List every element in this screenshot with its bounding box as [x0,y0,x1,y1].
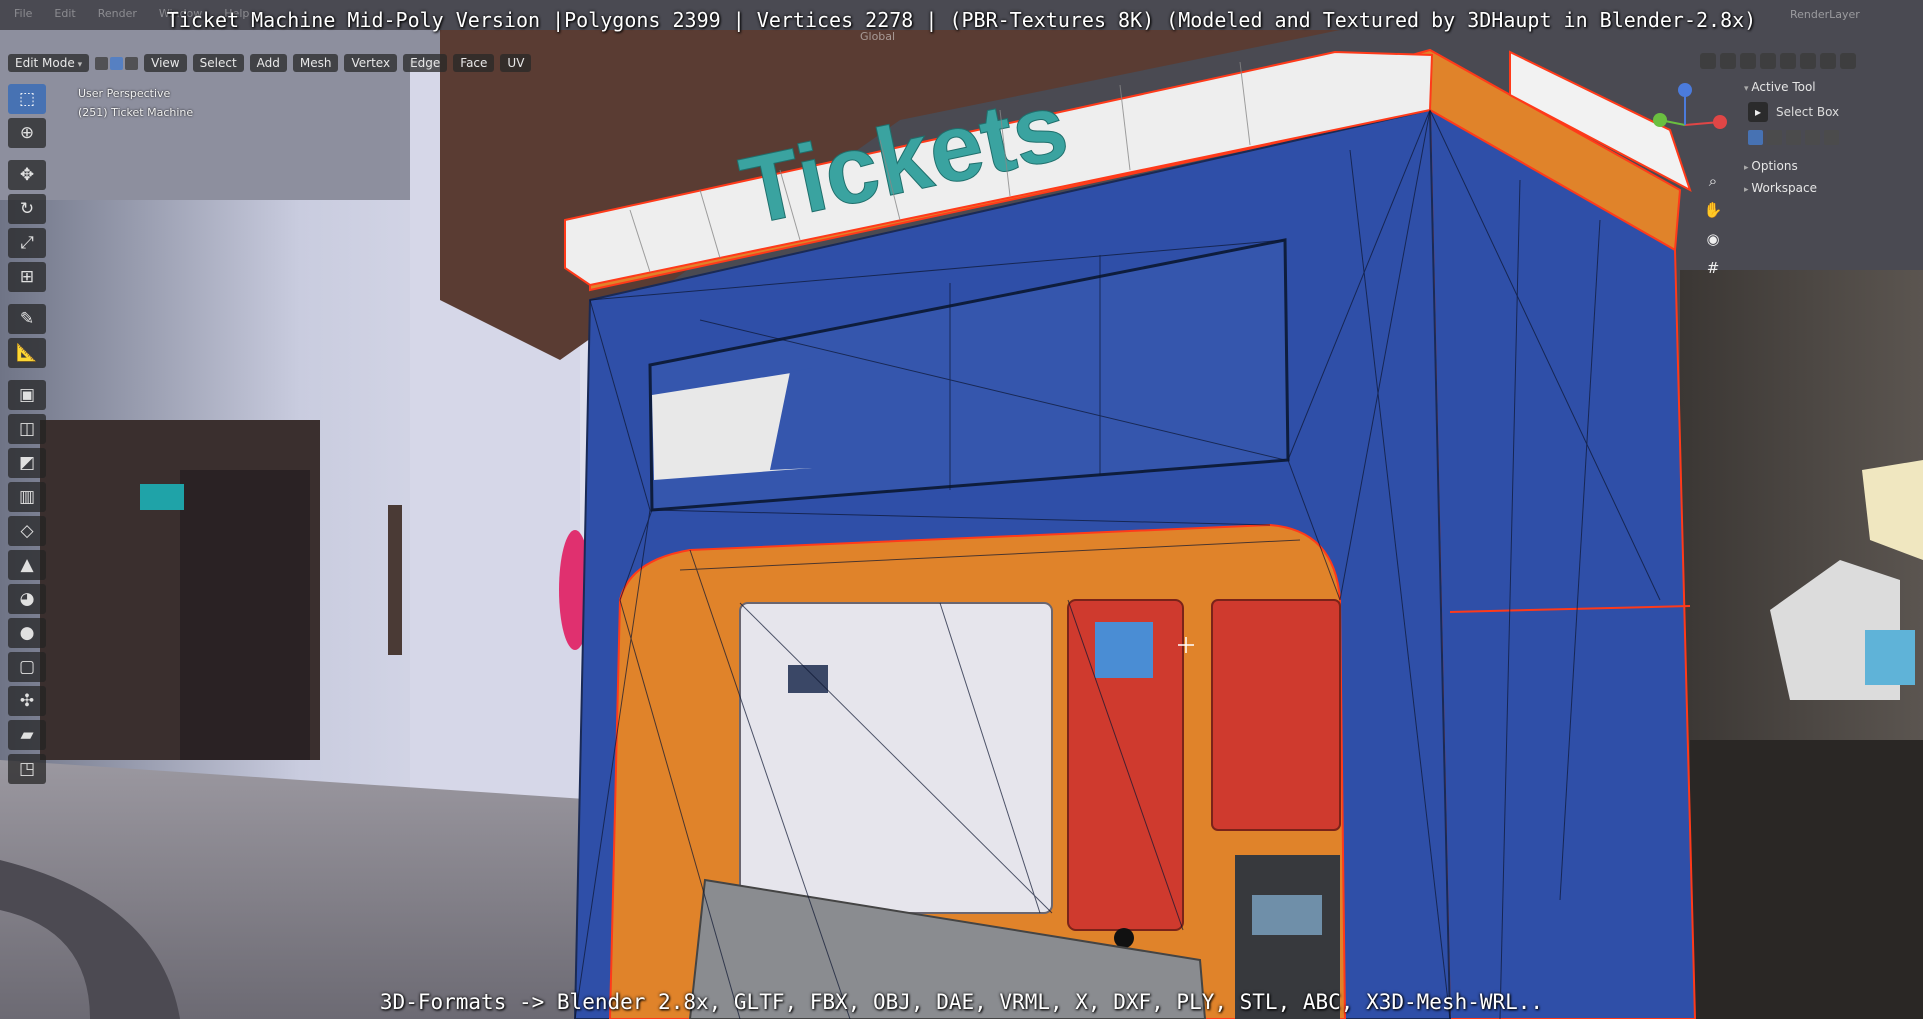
right-kiosk-screen [1865,630,1915,685]
edge-select-icon[interactable] [110,56,124,70]
menu-view[interactable]: View [144,54,187,72]
spin-icon[interactable]: ◕ [8,584,46,614]
edge-slide-icon[interactable]: ▢ [8,652,46,682]
wireframe-shading-icon[interactable] [1780,53,1796,69]
scale-icon[interactable]: ⤢ [8,228,46,258]
bevel-icon[interactable]: ◩ [8,448,46,478]
machine-info-panel-header [788,665,828,693]
menu-mesh[interactable]: Mesh [292,54,339,72]
select-box-row[interactable]: ▸ Select Box [1738,98,1923,126]
shear-icon[interactable]: ▰ [8,720,46,750]
viewport-header: Edit Mode View Select Add Mesh Vertex Ed… [0,52,532,74]
viewport-overlay-text: User Perspective (251) Ticket Machine [78,84,193,122]
menu-add[interactable]: Add [249,54,287,72]
active-object-label: (251) Ticket Machine [78,106,194,119]
shop-doorway [180,470,310,760]
vertex-select-icon[interactable] [95,56,109,70]
loop-cut-icon[interactable]: ▥ [8,482,46,512]
menu-edge[interactable]: Edge [403,54,448,72]
gizmo-toggle-icon[interactable] [1720,53,1736,69]
select-box-label: Select Box [1776,105,1840,119]
machine-side-face [1428,108,1697,1019]
shrink-icon[interactable]: ✣ [8,686,46,716]
menu-vertex[interactable]: Vertex [344,54,398,72]
gizmo-y-axis[interactable] [1653,113,1667,127]
measure-icon[interactable]: 📐 [8,338,46,368]
select-box-tool-icon: ▸ [1748,102,1768,122]
workspace-header[interactable]: Workspace [1738,177,1923,199]
right-counter [1690,740,1923,1019]
menu-uv[interactable]: UV [500,54,532,72]
rotate-icon[interactable]: ↻ [8,194,46,224]
tool-shelf: ⬚ ⊕ ✥ ↻ ⤢ ⊞ ✎ 📐 ▣ ◫ ◩ ▥ ◇ ▲ ◕ ● ▢ ✣ ▰ ◳ [8,84,50,788]
3d-viewport[interactable]: Tickets [0,0,1923,1019]
exit-sign [140,484,184,510]
face-select-icon[interactable] [125,56,139,70]
select-new-icon[interactable] [1748,130,1763,145]
active-tool-header[interactable]: Active Tool [1738,76,1923,98]
material-shading-icon[interactable] [1820,53,1836,69]
machine-keypad-screen [1252,895,1322,935]
annotate-icon[interactable]: ✎ [8,304,46,334]
overlay-toggle-icon[interactable] [1740,53,1756,69]
menu-face[interactable]: Face [453,54,495,72]
solid-shading-icon[interactable] [1800,53,1816,69]
tool-settings-panel: Active Tool ▸ Select Box Options Workspa… [1738,76,1923,199]
transform-icon[interactable]: ⊞ [8,262,46,292]
smooth-icon[interactable]: ● [8,618,46,648]
select-subtract-icon[interactable] [1786,130,1801,145]
cursor-icon[interactable]: ⊕ [8,118,46,148]
menu-select[interactable]: Select [192,54,244,72]
move-icon[interactable]: ✥ [8,160,46,190]
gizmo-x-axis[interactable] [1713,115,1727,129]
select-box-icon[interactable]: ⬚ [8,84,46,114]
camera-icon[interactable]: ◉ [1700,226,1726,252]
pan-hand-icon[interactable]: ✋ [1700,197,1726,223]
select-extend-icon[interactable] [1767,130,1782,145]
transform-orientation[interactable]: Global [860,30,895,43]
select-mode-group [95,56,139,70]
rip-icon[interactable]: ◳ [8,754,46,784]
grid-view-icon[interactable]: # [1700,255,1726,281]
options-header[interactable]: Options [1738,155,1923,177]
mode-selector[interactable]: Edit Mode [8,54,90,72]
machine-red-panel-right [1211,599,1341,831]
selection-mode-icons [1738,126,1923,155]
navigation-gizmo[interactable] [1640,80,1730,170]
gizmo-z-axis[interactable] [1678,83,1692,97]
poly-build-icon[interactable]: ▲ [8,550,46,580]
machine-red-panel-label [1095,622,1153,678]
select-intersect-icon[interactable] [1824,130,1839,145]
view-perspective-label: User Perspective [78,87,171,100]
zoom-icon[interactable]: ⌕ [1700,168,1726,194]
select-invert-icon[interactable] [1805,130,1820,145]
visibility-icon[interactable] [1700,53,1716,69]
navigation-buttons: ⌕ ✋ ◉ # [1700,168,1726,284]
title-caption: Ticket Machine Mid-Poly Version |Polygon… [166,8,1757,32]
wall-panel-dark [388,505,402,655]
xray-toggle-icon[interactable] [1760,53,1776,69]
rendered-shading-icon[interactable] [1840,53,1856,69]
formats-caption: 3D-Formats -> Blender 2.8x, GLTF, FBX, O… [379,990,1544,1014]
knife-icon[interactable]: ◇ [8,516,46,546]
viewport-shading-controls [1700,53,1856,69]
inset-icon[interactable]: ◫ [8,414,46,444]
extrude-icon[interactable]: ▣ [8,380,46,410]
machine-button [1114,928,1134,948]
